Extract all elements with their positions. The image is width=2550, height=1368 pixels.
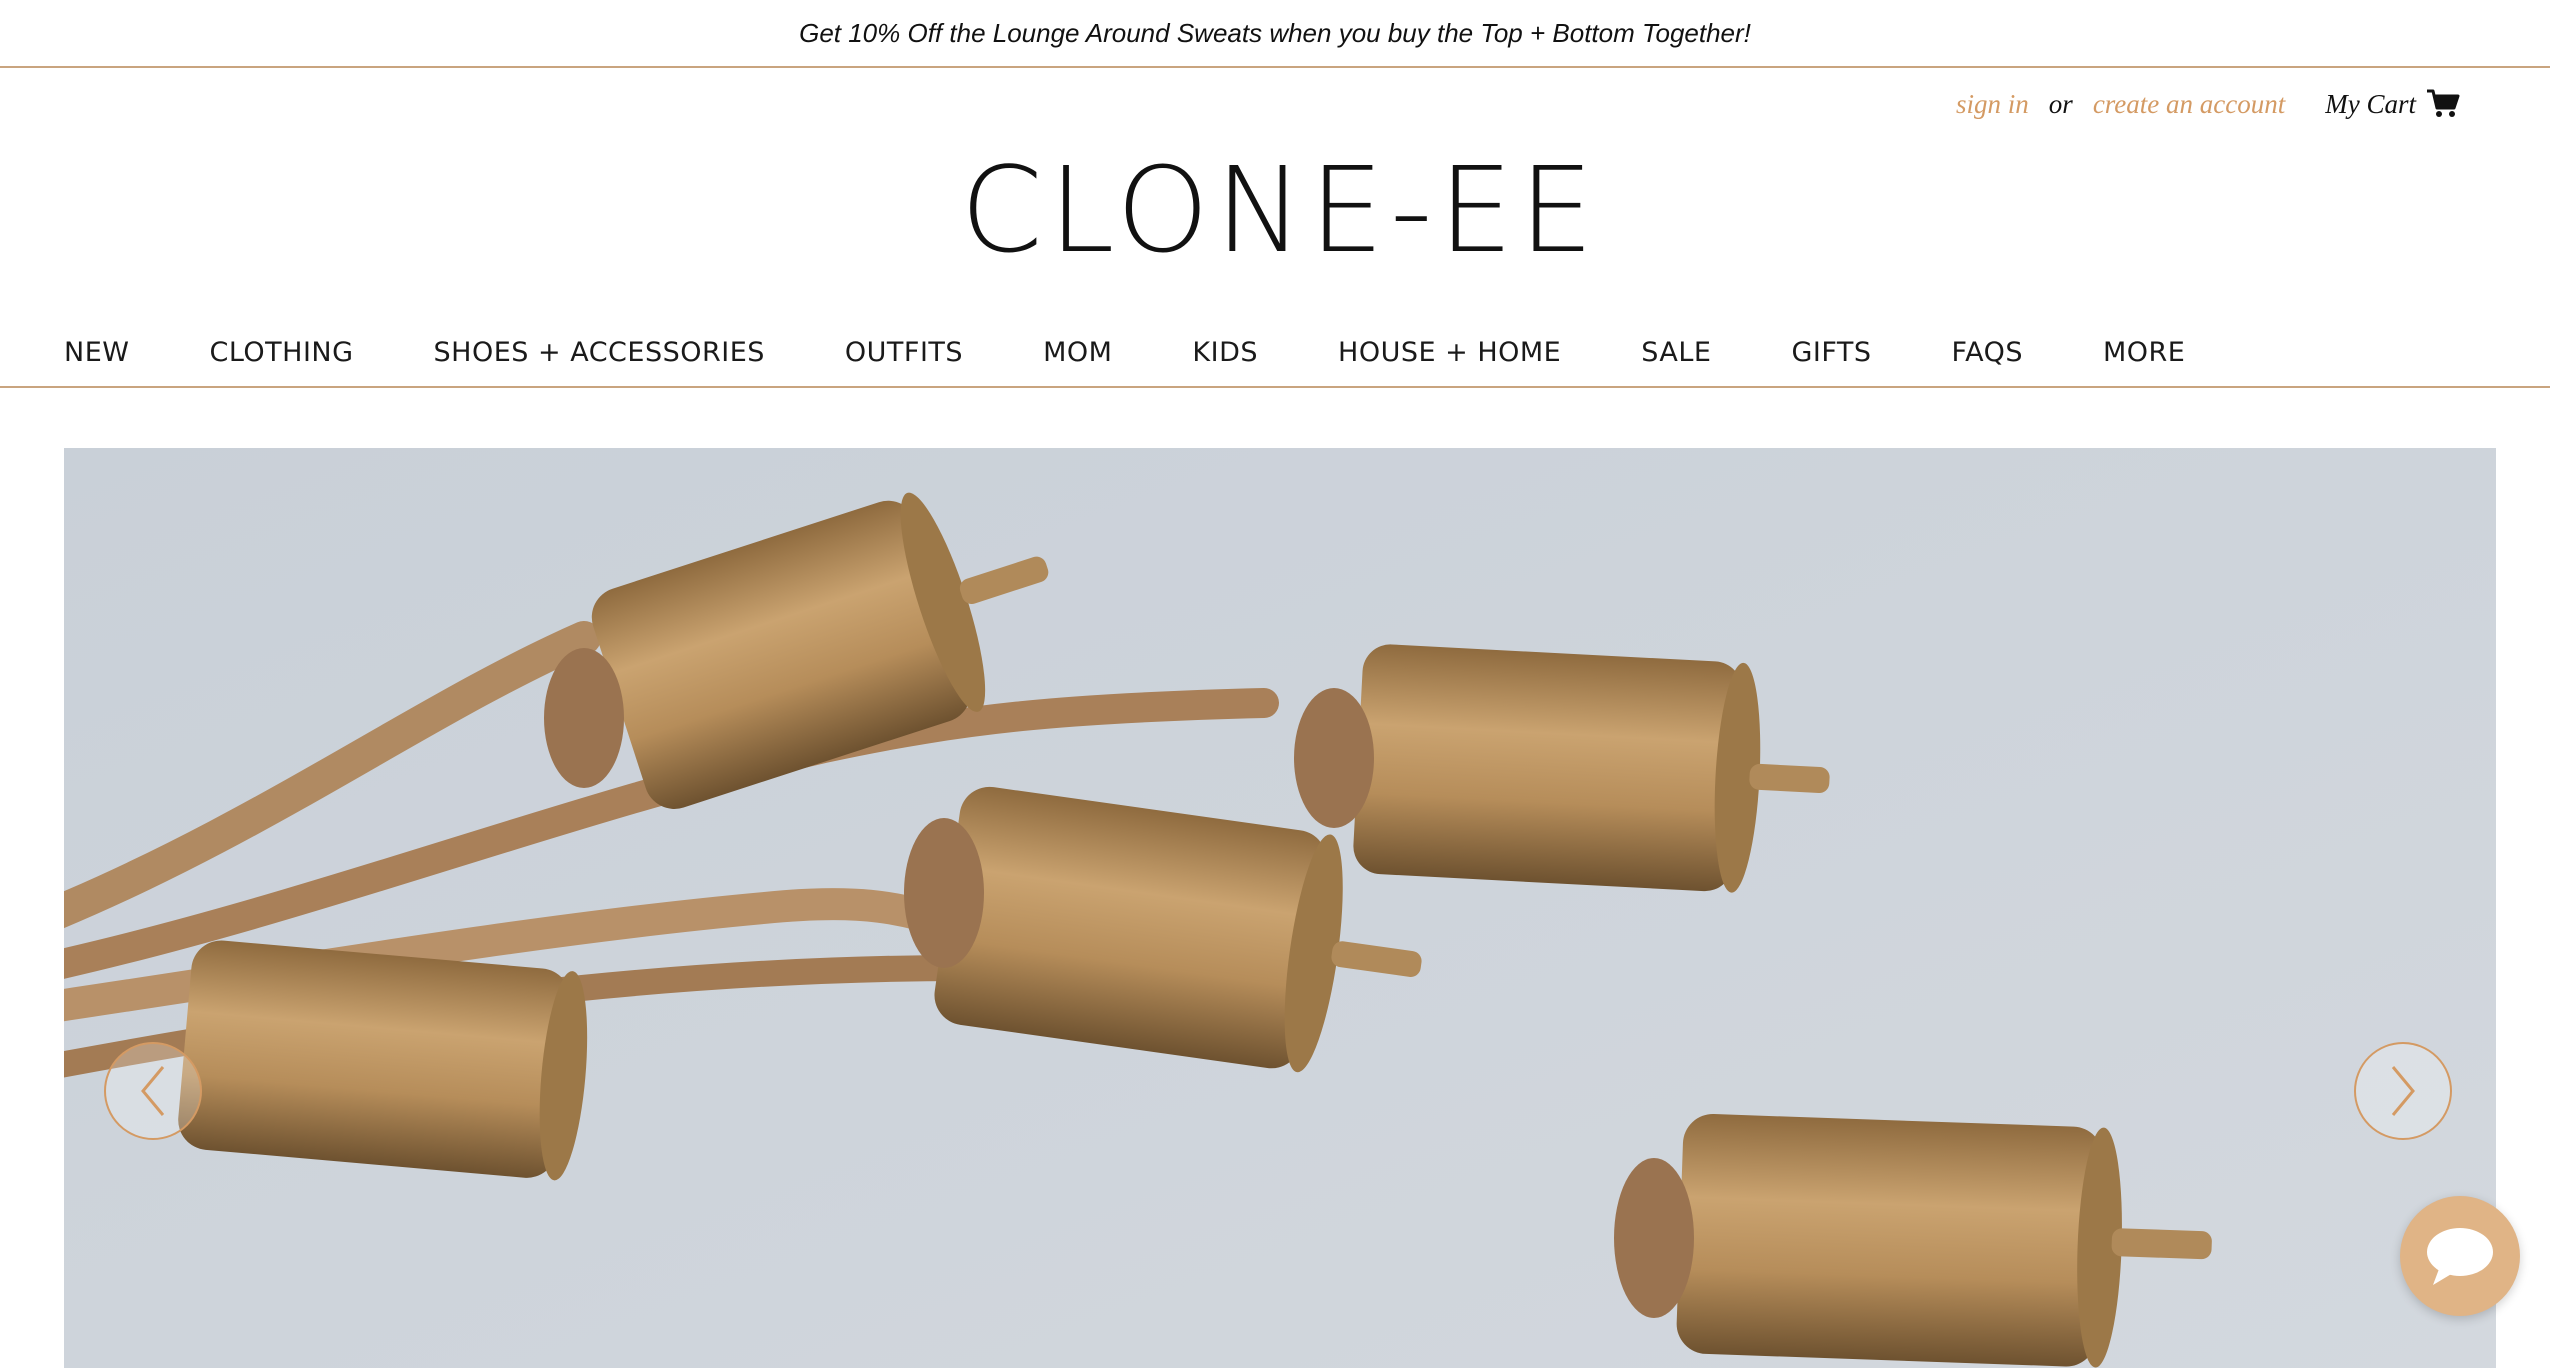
nav-item-house-home[interactable]: HOUSE + HOME (1338, 337, 1561, 368)
nav-item-clothing[interactable]: CLOTHING (209, 337, 353, 368)
hero-image (64, 448, 2496, 1368)
nav-item-kids[interactable]: KIDS (1192, 337, 1258, 368)
nav-item-faqs[interactable]: FAQS (1952, 337, 2023, 368)
slideshow-next-button[interactable] (2354, 1042, 2452, 1140)
announcement-text: Get 10% Off the Lounge Around Sweats whe… (799, 17, 1751, 48)
chevron-left-icon (141, 1066, 165, 1116)
sign-in-link[interactable]: sign in (1956, 89, 2029, 120)
nav-item-mom[interactable]: MOM (1043, 337, 1112, 368)
slideshow-prev-button[interactable] (104, 1042, 202, 1140)
or-separator: or (2048, 88, 2073, 119)
chat-bubble-icon (2427, 1228, 2493, 1285)
create-account-link[interactable]: create an account (2093, 89, 2285, 120)
my-cart-label: My Cart (2325, 88, 2416, 119)
site-logo[interactable]: CLONE-EE (0, 140, 2550, 280)
nav-item-outfits[interactable]: OUTFITS (845, 337, 963, 368)
nav-item-sale[interactable]: SALE (1641, 337, 1711, 368)
announcement-bar: Get 10% Off the Lounge Around Sweats whe… (0, 0, 2550, 68)
cart-icon (2427, 89, 2460, 117)
nav-item-more[interactable]: MORE (2103, 337, 2185, 368)
chat-button[interactable] (2400, 1196, 2520, 1316)
nav-item-gifts[interactable]: GIFTS (1791, 337, 1871, 368)
nav-item-new[interactable]: NEW (64, 337, 129, 368)
chevron-right-icon (2391, 1066, 2415, 1116)
nav-item-shoes-accessories[interactable]: SHOES + ACCESSORIES (434, 337, 765, 368)
my-cart-link[interactable]: My Cart (2325, 89, 2460, 120)
account-links: sign in or create an account My Cart (1956, 84, 2460, 124)
main-navigation: NEW CLOTHING SHOES + ACCESSORIES OUTFITS… (0, 322, 2550, 388)
hero-slideshow[interactable] (64, 448, 2496, 1368)
